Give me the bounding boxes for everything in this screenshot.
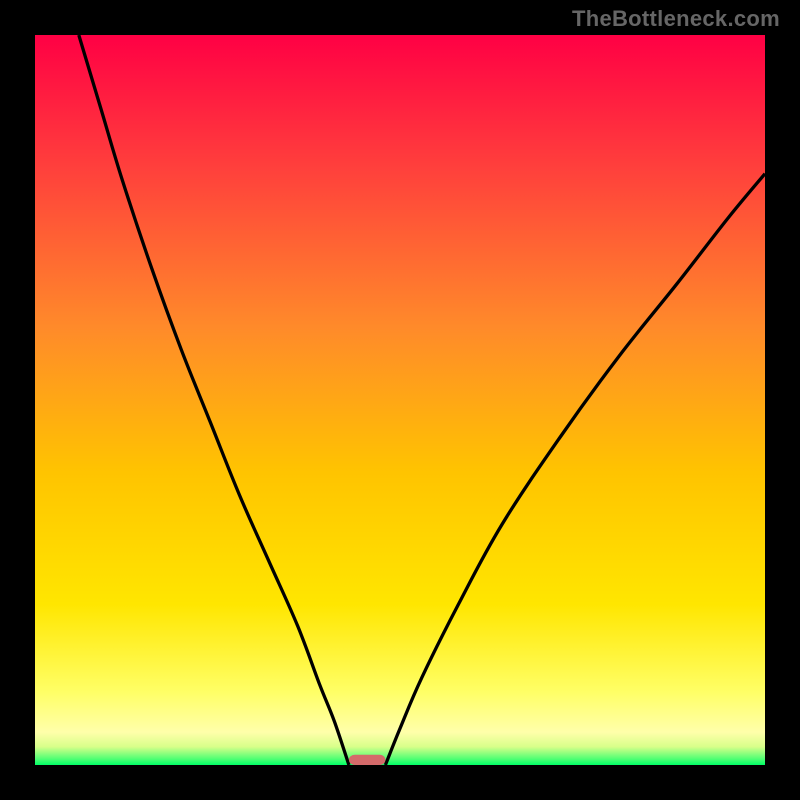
gradient-background (35, 35, 765, 765)
watermark-text: TheBottleneck.com (572, 6, 780, 32)
chart-frame: TheBottleneck.com (0, 0, 800, 800)
bottleneck-marker (349, 755, 386, 765)
chart-svg (35, 35, 765, 765)
plot-area (35, 35, 765, 765)
